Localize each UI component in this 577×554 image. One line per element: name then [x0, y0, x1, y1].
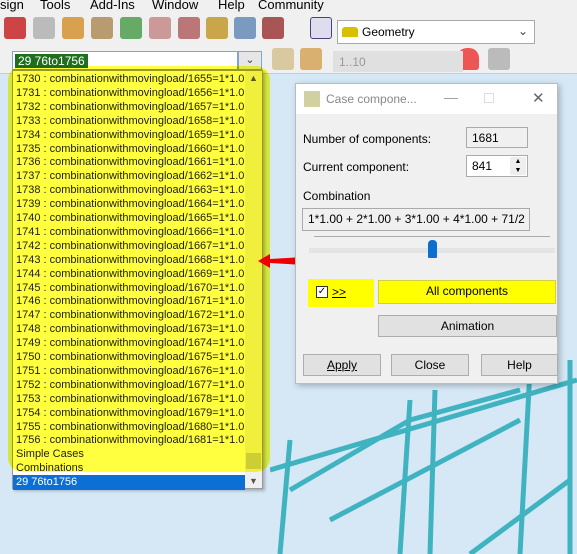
close-icon[interactable]: ✕	[532, 89, 545, 107]
list-item[interactable]: 1733 : combinationwithmovingload/1658=1*…	[16, 114, 244, 128]
current-component-label: Current component:	[303, 160, 410, 174]
list-item[interactable]: 1731 : combinationwithmovingload/1656=1*…	[16, 86, 244, 100]
chevron-down-icon: ⌄	[517, 24, 528, 38]
combination-field: 1*1.00 + 2*1.00 + 3*1.00 + 4*1.00 + 71/2	[302, 208, 530, 231]
list-item[interactable]: 1753 : combinationwithmovingload/1678=1*…	[16, 392, 244, 406]
geometry-icon	[342, 27, 358, 37]
minimize-button[interactable]: —	[444, 89, 458, 105]
list-item[interactable]: 1751 : combinationwithmovingload/1676=1*…	[16, 364, 244, 378]
view-select[interactable]: Geometry ⌄	[337, 20, 535, 44]
list-item[interactable]: 1747 : combinationwithmovingload/1672=1*…	[16, 308, 244, 322]
scroll-up-icon[interactable]: ▲	[249, 73, 258, 83]
wave-icon	[304, 91, 320, 107]
list-item[interactable]: 1742 : combinationwithmovingload/1667=1*…	[16, 239, 244, 253]
menu-design[interactable]: sign	[0, 0, 24, 12]
case-dropdown-button[interactable]: ⌄	[238, 51, 262, 70]
measure-icon[interactable]	[149, 17, 171, 39]
case-components-dialog: Case compone... — ✕ Number of components…	[295, 83, 558, 384]
list-item[interactable]: 1749 : combinationwithmovingload/1674=1*…	[16, 336, 244, 350]
list-item[interactable]: 1737 : combinationwithmovingload/1662=1*…	[16, 169, 244, 183]
scroll-down-icon[interactable]: ▼	[249, 476, 258, 486]
list-item[interactable]: 1738 : combinationwithmovingload/1663=1*…	[16, 183, 244, 197]
list-item[interactable]: Combinations	[16, 461, 244, 475]
wrench-icon[interactable]	[262, 17, 284, 39]
list-item[interactable]: 1746 : combinationwithmovingload/1671=1*…	[16, 294, 244, 308]
list-item[interactable]: 1752 : combinationwithmovingload/1677=1*…	[16, 378, 244, 392]
list-item[interactable]: Simple Cases	[16, 447, 244, 461]
model-icon[interactable]	[234, 17, 256, 39]
list-item[interactable]: 1754 : combinationwithmovingload/1679=1*…	[16, 406, 244, 420]
dialog-title: Case compone...	[326, 92, 417, 106]
list-item[interactable]: 1743 : combinationwithmovingload/1668=1*…	[16, 253, 244, 267]
num-components-label: Number of components:	[303, 132, 432, 146]
list-item[interactable]: 1734 : combinationwithmovingload/1659=1*…	[16, 128, 244, 142]
list-item[interactable]: 1756 : combinationwithmovingload/1681=1*…	[16, 433, 244, 447]
list-item[interactable]: 1744 : combinationwithmovingload/1669=1*…	[16, 267, 244, 281]
list-item[interactable]: 1741 : combinationwithmovingload/1666=1*…	[16, 225, 244, 239]
case-list: 1730 : combinationwithmovingload/1655=1*…	[12, 70, 263, 490]
menu-add-ins[interactable]: Add-Ins	[90, 0, 135, 12]
list-item[interactable]: 1739 : combinationwithmovingload/1664=1*…	[16, 197, 244, 211]
layout-icon[interactable]	[310, 17, 332, 39]
zoom-icon[interactable]	[33, 17, 55, 39]
list-item[interactable]: 1750 : combinationwithmovingload/1675=1*…	[16, 350, 244, 364]
list-item[interactable]: 1735 : combinationwithmovingload/1660=1*…	[16, 142, 244, 156]
num-components-value: 1681	[466, 127, 528, 148]
component-slider-thumb[interactable]	[428, 240, 437, 258]
apply-button[interactable]: Apply	[303, 354, 381, 376]
list-item[interactable]: 1736 : combinationwithmovingload/1661=1*…	[16, 155, 244, 169]
all-components-button[interactable]: All components	[378, 280, 556, 304]
structure-3d-view	[270, 360, 577, 554]
section-icon[interactable]	[91, 17, 113, 39]
case-help-icon[interactable]	[272, 48, 294, 70]
list-item[interactable]: 1755 : combinationwithmovingload/1680=1*…	[16, 420, 244, 434]
lock-icon[interactable]	[4, 17, 26, 39]
list-item[interactable]: 1748 : combinationwithmovingload/1673=1*…	[16, 322, 244, 336]
materials-icon[interactable]	[206, 17, 228, 39]
truss-icon[interactable]	[178, 17, 200, 39]
list-item[interactable]: 1730 : combinationwithmovingload/1655=1*…	[16, 72, 244, 86]
branch-icon[interactable]	[120, 17, 142, 39]
list-item-selected[interactable]: 29 76to1756	[13, 475, 245, 490]
close-button[interactable]: Close	[391, 354, 469, 376]
dialog-titlebar[interactable]: Case compone... — ✕	[296, 84, 557, 114]
slider-track	[314, 236, 550, 237]
menu-help[interactable]: Help	[218, 0, 245, 12]
current-component-value: 841	[472, 159, 493, 173]
menu-bar: sign Tools Add-Ins Window Help Community	[0, 0, 577, 14]
view-select-value: Geometry	[362, 25, 415, 39]
combination-label: Combination	[303, 189, 371, 203]
maximize-button	[484, 93, 494, 103]
scroll-thumb[interactable]	[246, 453, 261, 469]
advance-checkbox[interactable]: ✓	[316, 286, 328, 298]
range-select: 1..10	[333, 51, 463, 72]
list-item[interactable]: 1740 : combinationwithmovingload/1665=1*…	[16, 211, 244, 225]
list-item[interactable]: 1745 : combinationwithmovingload/1670=1*…	[16, 281, 244, 295]
spin-arrows-icon[interactable]: ▲ ▼	[510, 157, 526, 175]
mode-help-icon[interactable]	[300, 48, 322, 70]
list-scrollbar[interactable]: ▲ ▼	[245, 71, 262, 488]
menu-tools[interactable]: Tools	[40, 0, 70, 12]
menu-community[interactable]: Community	[258, 0, 324, 12]
case-select[interactable]: 29 76to1756	[12, 51, 238, 70]
case-select-value: 29 76to1756	[15, 54, 88, 68]
help-button[interactable]: Help	[481, 354, 558, 376]
animation-button[interactable]: Animation	[378, 315, 557, 337]
pan-icon[interactable]	[62, 17, 84, 39]
list-item[interactable]: 1732 : combinationwithmovingload/1657=1*…	[16, 100, 244, 114]
advance-checkbox-label: >>	[332, 285, 347, 299]
menu-window[interactable]: Window	[152, 0, 198, 12]
deformation-icon[interactable]	[488, 48, 510, 70]
current-component-stepper[interactable]: 841 ▲ ▼	[466, 155, 528, 177]
